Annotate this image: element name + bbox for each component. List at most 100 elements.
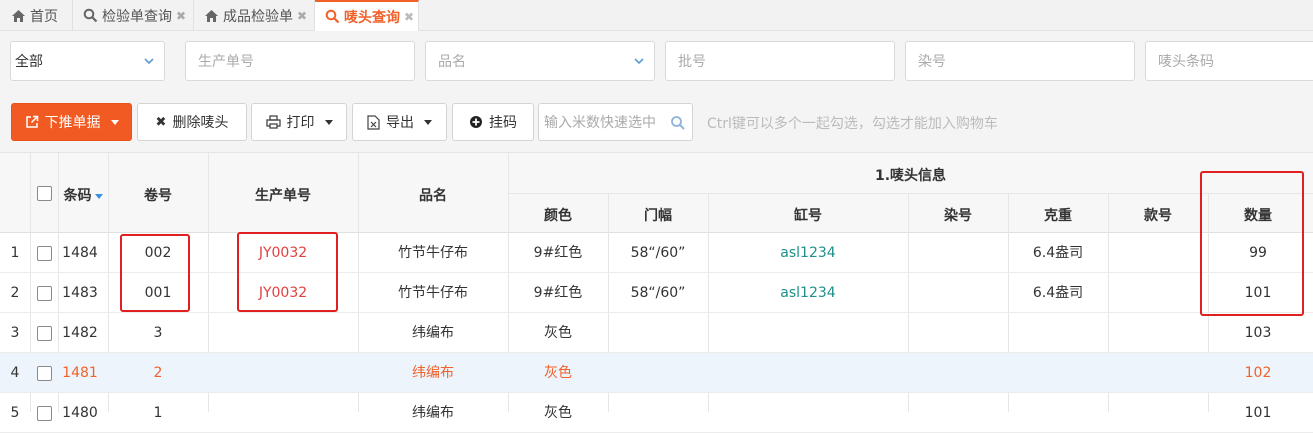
row-checkbox[interactable]: [37, 326, 52, 341]
cell-product-name: 纬编布: [412, 405, 454, 421]
tab-inspection-query[interactable]: 检验单查询 ✖: [73, 0, 194, 31]
select-all-checkbox[interactable]: [37, 186, 52, 201]
cell-roll-no: 3: [153, 325, 163, 341]
table-row[interactable]: 5 1480 1 纬编布 灰色 101: [0, 393, 1313, 433]
export-button[interactable]: 导出: [352, 103, 447, 141]
cell-production-no: [208, 393, 358, 433]
external-link-icon: [25, 115, 38, 128]
cell-vat-no[interactable]: asl1234: [708, 233, 908, 273]
filter-bar: 全部 生产单号 品名 批号 染号 唛头条码: [0, 31, 1313, 91]
annotation-box-quantity: [1200, 171, 1304, 316]
cell-vat-no: [708, 353, 908, 393]
header-production-no[interactable]: 生产单号: [208, 185, 358, 205]
cell-color: 灰色: [544, 365, 572, 381]
header-dye-no[interactable]: 染号: [908, 205, 1008, 225]
chevron-down-icon: [634, 58, 644, 65]
header-weight[interactable]: 克重: [1008, 205, 1108, 225]
cell-color: 9#红色: [533, 245, 583, 261]
tab-label: 成品检验单: [223, 8, 293, 25]
cell-color: 9#红色: [533, 285, 583, 301]
search-icon: [325, 9, 340, 25]
annotation-box-production-no: [237, 232, 338, 312]
row-index: 2: [10, 285, 20, 301]
table-row-hovered[interactable]: 4 1481 2 纬编布 灰色 102: [0, 353, 1313, 393]
cell-barcode: 1484: [62, 245, 98, 261]
row-checkbox[interactable]: [37, 406, 52, 421]
cell-color: 灰色: [544, 405, 572, 421]
header-roll-no[interactable]: 卷号: [108, 185, 208, 205]
quick-select-input[interactable]: 输入米数快速选中: [538, 103, 693, 141]
toolbar: 下推单据 ✖ 删除唛头 打印 导出 挂码 输入米数快速选中 Ctrl键可以多个一…: [0, 91, 1313, 152]
header-color[interactable]: 颜色: [508, 205, 608, 225]
cell-vat-no[interactable]: asl1234: [708, 273, 908, 313]
table-row[interactable]: 1 1484 002 JY0032 竹节牛仔布 9#红色 58“/60” asl…: [0, 233, 1313, 273]
cell-weight: [1008, 353, 1108, 393]
close-icon[interactable]: ✖: [297, 9, 307, 23]
cell-barcode: 1483: [62, 285, 98, 301]
print-button[interactable]: 打印: [251, 103, 347, 141]
caret-down-icon: [324, 119, 333, 125]
push-down-button[interactable]: 下推单据: [11, 103, 132, 141]
cell-barcode: 1481: [62, 365, 98, 381]
cell-vat-no: [708, 393, 908, 433]
batch-no-input[interactable]: 批号: [665, 41, 895, 81]
cell-weight: 6.4盎司: [1032, 245, 1084, 261]
row-checkbox[interactable]: [37, 366, 52, 381]
cell-production-no: [208, 353, 358, 393]
home-icon: [204, 8, 219, 24]
row-checkbox[interactable]: [37, 246, 52, 261]
table-header: 条码 卷号 生产单号 品名 1.唛头信息 颜色 门幅 缸号 染号 克重 款号 数…: [0, 152, 1313, 234]
cell-style-no: [1108, 273, 1208, 313]
header-product-name[interactable]: 品名: [358, 185, 508, 205]
close-icon[interactable]: ✖: [176, 9, 186, 23]
cell-color: 灰色: [544, 325, 572, 341]
status-select[interactable]: 全部: [10, 41, 165, 81]
close-icon[interactable]: ✖: [404, 10, 414, 24]
production-no-placeholder: 生产单号: [198, 54, 254, 70]
product-name-select[interactable]: 品名: [425, 41, 655, 81]
header-vat-no[interactable]: 缸号: [708, 205, 908, 225]
cell-vat-no: [708, 313, 908, 353]
tab-label: 唛头查询: [344, 9, 400, 26]
header-barcode[interactable]: 条码: [58, 185, 108, 205]
cell-dye-no: [908, 393, 1008, 433]
status-select-value: 全部: [15, 54, 43, 70]
caret-down-icon: [424, 119, 432, 125]
cell-weight: [1008, 313, 1108, 353]
export-label: 导出: [386, 115, 414, 131]
mark-barcode-input[interactable]: 唛头条码: [1145, 41, 1313, 81]
annotation-box-roll-no: [120, 234, 190, 312]
tab-mark-query[interactable]: 唛头查询 ✖: [315, 0, 419, 31]
cell-width: 58“/60”: [630, 285, 686, 301]
cell-quantity: 101: [1244, 405, 1272, 421]
row-checkbox[interactable]: [37, 286, 52, 301]
print-label: 打印: [286, 115, 315, 131]
hang-label: 挂码: [489, 115, 517, 131]
production-no-input[interactable]: 生产单号: [185, 41, 415, 81]
search-icon: [83, 8, 98, 24]
table-row[interactable]: 2 1483 001 JY0032 竹节牛仔布 9#红色 58“/60” asl…: [0, 273, 1313, 313]
cell-product-name: 纬编布: [412, 325, 454, 341]
hang-code-button[interactable]: 挂码: [452, 103, 534, 141]
cell-barcode: 1482: [62, 325, 98, 341]
row-index: 5: [10, 405, 20, 421]
tab-label: 检验单查询: [102, 8, 172, 25]
cell-style-no: [1108, 313, 1208, 353]
header-width[interactable]: 门幅: [608, 205, 708, 225]
table-row[interactable]: 3 1482 3 纬编布 灰色 103: [0, 313, 1313, 353]
delete-mark-button[interactable]: ✖ 删除唛头: [137, 103, 247, 141]
dye-no-input[interactable]: 染号: [905, 41, 1135, 81]
cell-width: [608, 313, 708, 353]
caret-down-icon: [110, 119, 119, 125]
tab-finished-inspection[interactable]: 成品检验单 ✖: [194, 0, 315, 31]
cell-width: 58“/60”: [630, 245, 686, 261]
cell-roll-no: 2: [153, 365, 163, 381]
tab-home[interactable]: 首页: [0, 0, 73, 31]
cell-dye-no: [908, 353, 1008, 393]
mark-table: 条码 卷号 生产单号 品名 1.唛头信息 颜色 门幅 缸号 染号 克重 款号 数…: [0, 152, 1313, 433]
cell-production-no: [208, 313, 358, 353]
row-index: 4: [10, 365, 20, 381]
push-down-label: 下推单据: [44, 115, 101, 131]
header-style-no[interactable]: 款号: [1108, 205, 1208, 225]
close-icon: ✖: [155, 114, 167, 130]
